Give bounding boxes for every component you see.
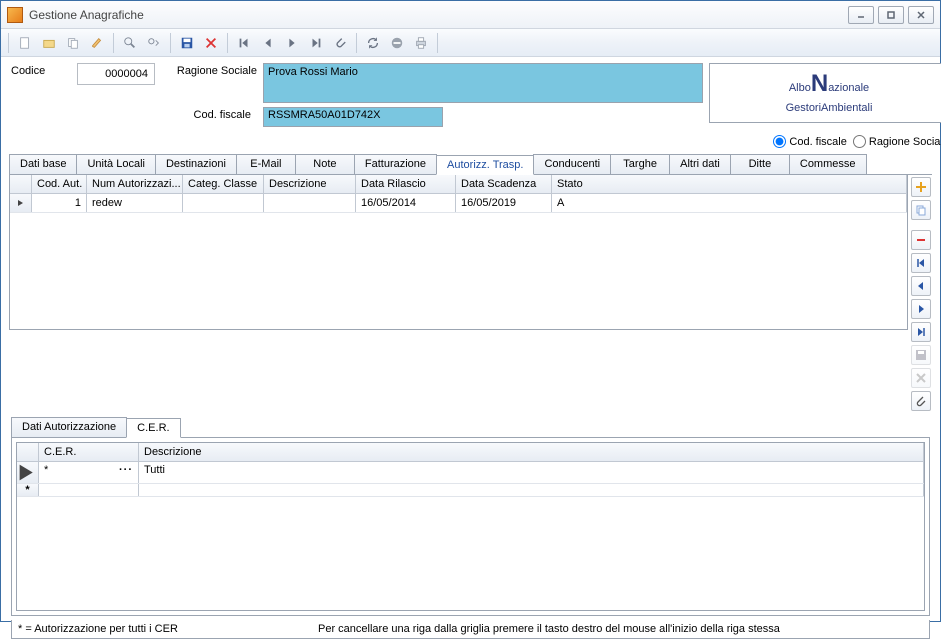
nav-last-row-button[interactable]	[911, 322, 931, 342]
stop-icon[interactable]	[386, 32, 408, 54]
nav-prev-icon[interactable]	[257, 32, 279, 54]
save-icon[interactable]	[176, 32, 198, 54]
new-row-indicator: *	[17, 484, 39, 496]
nav-first-icon[interactable]	[233, 32, 255, 54]
radio-codfiscale[interactable]: Cod. fiscale	[773, 135, 846, 148]
tab-autorizz-trasp[interactable]: Autorizz. Trasp.	[436, 155, 534, 175]
subtab-dati-autorizzazione[interactable]: Dati Autorizzazione	[11, 417, 127, 437]
delete-row-button[interactable]	[911, 230, 931, 250]
nav-next-icon[interactable]	[281, 32, 303, 54]
table-row[interactable]: *··· Tutti	[17, 462, 924, 484]
col-cer[interactable]: C.E.R.	[39, 443, 139, 461]
albo-logo: AlboNazionale GestoriAmbientali	[709, 63, 941, 123]
nav-prev-row-button[interactable]	[911, 276, 931, 296]
tab-unita-locali[interactable]: Unità Locali	[76, 154, 155, 174]
toolbar	[1, 29, 940, 57]
col-stato[interactable]: Stato	[552, 175, 907, 193]
find-icon[interactable]	[119, 32, 141, 54]
nav-last-icon[interactable]	[305, 32, 327, 54]
grid-side-toolbar	[908, 175, 932, 411]
nav-next-row-button[interactable]	[911, 299, 931, 319]
col-num-aut[interactable]: Num Autorizzazi...	[87, 175, 183, 193]
delete-icon[interactable]	[200, 32, 222, 54]
attach-row-button[interactable]	[911, 391, 931, 411]
header-form: Codice 0000004 Ragione Sociale Prova Ros…	[1, 57, 940, 148]
tab-ditte[interactable]: Ditte	[730, 154, 790, 174]
new-row[interactable]: *	[17, 484, 924, 497]
nav-first-row-button[interactable]	[911, 253, 931, 273]
tab-conducenti[interactable]: Conducenti	[533, 154, 611, 174]
maximize-button[interactable]	[878, 6, 904, 24]
window: Gestione Anagrafiche Codice 0000004 Ra	[0, 0, 941, 622]
window-title: Gestione Anagrafiche	[29, 8, 144, 22]
ragione-label: Ragione Sociale	[161, 63, 257, 77]
find-next-icon[interactable]	[143, 32, 165, 54]
copy-row-button[interactable]	[911, 200, 931, 220]
footer-right: Per cancellare una riga dalla griglia pr…	[318, 623, 923, 635]
ragione-sociale-input[interactable]: Prova Rossi Mario	[263, 63, 703, 103]
col-cer-descr[interactable]: Descrizione	[139, 443, 924, 461]
tab-altri-dati[interactable]: Altri dati	[669, 154, 731, 174]
row-indicator-icon	[17, 462, 39, 483]
titlebar: Gestione Anagrafiche	[1, 1, 940, 29]
codfiscale-label: Cod. fiscale	[77, 107, 257, 121]
autorizz-grid[interactable]: Cod. Aut. Num Autorizzazi... Categ. Clas…	[9, 175, 908, 330]
tab-note[interactable]: Note	[295, 154, 355, 174]
print-icon[interactable]	[410, 32, 432, 54]
tab-dati-base[interactable]: Dati base	[9, 154, 77, 174]
subgrid-corner	[17, 443, 39, 461]
new-icon[interactable]	[14, 32, 36, 54]
sub-tabs: Dati Autorizzazione C.E.R.	[11, 417, 930, 437]
subtab-cer[interactable]: C.E.R.	[126, 418, 180, 438]
attach-icon[interactable]	[329, 32, 351, 54]
save-row-button[interactable]	[911, 345, 931, 365]
grid-corner	[10, 175, 32, 193]
cer-grid[interactable]: C.E.R. Descrizione *··· Tutti *	[16, 442, 925, 611]
open-icon[interactable]	[38, 32, 60, 54]
tab-targhe[interactable]: Targhe	[610, 154, 670, 174]
edit-icon[interactable]	[86, 32, 108, 54]
col-cod-aut[interactable]: Cod. Aut.	[32, 175, 87, 193]
tab-destinazioni[interactable]: Destinazioni	[155, 154, 237, 174]
codfiscale-input[interactable]: RSSMRA50A01D742X	[263, 107, 443, 127]
row-indicator-icon	[10, 194, 32, 212]
radio-ragione[interactable]: Ragione Sociale	[853, 135, 941, 148]
col-scadenza[interactable]: Data Scadenza	[456, 175, 552, 193]
tab-fatturazione[interactable]: Fatturazione	[354, 154, 437, 174]
col-categ[interactable]: Categ. Classe	[183, 175, 264, 193]
ellipsis-button[interactable]: ···	[119, 464, 133, 476]
app-icon	[7, 7, 23, 23]
close-button[interactable]	[908, 6, 934, 24]
cer-panel: C.E.R. Descrizione *··· Tutti *	[11, 437, 930, 616]
copy-icon[interactable]	[62, 32, 84, 54]
footer-bar: * = Autorizzazione per tutti i CER Per c…	[11, 620, 930, 639]
table-row[interactable]: 1 redew 16/05/2014 16/05/2019 A	[10, 194, 907, 213]
tab-commesse[interactable]: Commesse	[789, 154, 867, 174]
footer-left: * = Autorizzazione per tutti i CER	[18, 623, 318, 635]
refresh-icon[interactable]	[362, 32, 384, 54]
col-rilascio[interactable]: Data Rilascio	[356, 175, 456, 193]
main-tabs: Dati base Unità Locali Destinazioni E-Ma…	[9, 154, 932, 175]
codice-input[interactable]: 0000004	[77, 63, 155, 85]
cancel-row-button[interactable]	[911, 368, 931, 388]
codice-label: Codice	[11, 63, 71, 77]
minimize-button[interactable]	[848, 6, 874, 24]
col-descr[interactable]: Descrizione	[264, 175, 356, 193]
add-row-button[interactable]	[911, 177, 931, 197]
tab-email[interactable]: E-Mail	[236, 154, 296, 174]
